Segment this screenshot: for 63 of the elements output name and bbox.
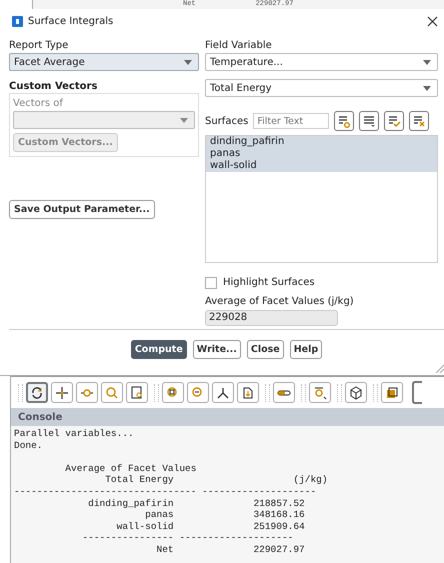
toolbar-button[interactable] [126, 382, 148, 403]
toolbar-button[interactable] [26, 382, 48, 403]
surface-item[interactable]: panas [206, 148, 437, 160]
caret-icon [184, 60, 192, 64]
console-title: Console [18, 412, 62, 422]
dialog-button[interactable]: Help [290, 340, 322, 359]
app-icon [12, 16, 23, 26]
filter-field[interactable]: Filter Text [253, 113, 330, 129]
console-line: Total Energy (j/kg) [104, 474, 328, 486]
caret-icon [423, 86, 431, 90]
dialog-button[interactable]: Compute [130, 340, 187, 359]
result-field: 229028 [205, 310, 338, 326]
save-output-parameter-button[interactable]: Save Output Parameter... [9, 200, 155, 219]
square-icon [385, 386, 399, 400]
toolbar-button[interactable] [381, 382, 403, 403]
axes-icon [216, 386, 230, 400]
field-label: Report Type [9, 39, 70, 52]
field-label: Surfaces [205, 114, 248, 128]
deselect-all-icon[interactable] [409, 111, 430, 131]
checkbox-label: Highlight Surfaces [223, 276, 315, 289]
cube-icon [349, 386, 363, 400]
surface-item[interactable]: dinding_pafirin [206, 136, 437, 148]
toolbar-button[interactable] [237, 382, 259, 403]
caret-icon [423, 60, 431, 64]
checkbox[interactable] [205, 276, 217, 288]
section-title: Custom Vectors [9, 80, 98, 93]
console-line: Parallel variables... [14, 428, 134, 440]
console-line: Average of Facet Values [64, 462, 196, 474]
field-category-dropdown[interactable]: Temperature... [205, 53, 438, 71]
field-label: Average of Facet Values (j/kg) [205, 295, 355, 308]
dialog-button[interactable]: Close [246, 340, 284, 359]
field-label: Vectors of [13, 97, 64, 110]
magnifier-icon [105, 386, 119, 400]
console-line: panas 348168.16 [144, 509, 305, 521]
rotate-icon [30, 386, 44, 400]
field-label: Field Variable [205, 39, 273, 52]
toolbar-button[interactable] [212, 382, 234, 403]
console-line: Done. [14, 440, 43, 452]
close-icon[interactable] [427, 16, 438, 26]
resize-grip-icon[interactable] [434, 363, 444, 373]
caret-icon [180, 118, 188, 122]
dialog-button[interactable]: Write... [192, 340, 241, 359]
move-arrows-icon [55, 386, 69, 400]
document-magnifier-icon [130, 386, 144, 400]
field-variable-dropdown[interactable]: Total Energy [205, 79, 438, 97]
surface-item[interactable]: wall-solid [206, 160, 437, 172]
toolbar-button[interactable] [51, 382, 73, 403]
toolbar-button[interactable] [162, 382, 184, 403]
console-line: wall-solid 251909.64 [116, 520, 305, 532]
console-line: ---------------- -------------------- [81, 532, 294, 544]
select-all-icon[interactable] [384, 111, 404, 131]
console-line: -------------------------------- -------------------- [14, 486, 316, 498]
console-line: dinding_pafirin 218857.52 [87, 498, 305, 510]
select-icon[interactable] [334, 111, 354, 131]
list-menu-icon[interactable] [359, 111, 380, 131]
console-line: Net 229027.97 [156, 544, 305, 556]
toolbar-button[interactable] [309, 382, 331, 403]
toolbar-button[interactable] [345, 382, 367, 403]
toolbar-button[interactable] [273, 382, 295, 403]
window-title: Surface Integrals [28, 16, 114, 26]
document-arrow-icon [241, 386, 255, 400]
report-type-dropdown[interactable]: Facet Average [9, 53, 199, 71]
magnifier-icon [313, 386, 327, 400]
